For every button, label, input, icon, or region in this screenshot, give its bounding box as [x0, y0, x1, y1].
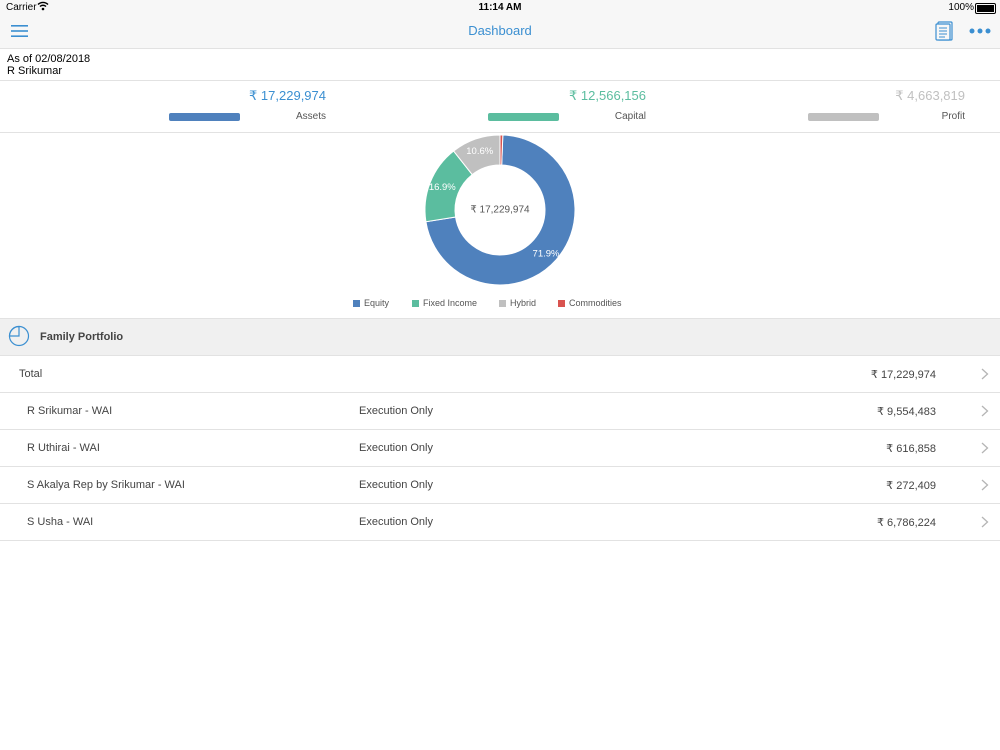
- chevron-right-icon: [981, 368, 989, 380]
- portfolio-row[interactable]: S Akalya Rep by Srikumar - WAI Execution…: [0, 466, 1000, 504]
- page-title: Dashboard: [468, 23, 532, 38]
- portfolio-row[interactable]: S Usha - WAI Execution Only ₹ 6,786,224: [0, 503, 1000, 541]
- allocation-chart: 71.9% 16.9% 10.6% ₹ 17,229,974: [0, 132, 1000, 317]
- chevron-right-icon: [981, 479, 989, 491]
- capital-label: Capital: [614, 111, 646, 122]
- row-name: R Srikumar - WAI: [27, 405, 113, 417]
- row-type: Execution Only: [359, 442, 433, 454]
- profit-label: Profit: [941, 111, 965, 122]
- legend-commodities: Commodities: [558, 298, 622, 308]
- allocation-donut-chart: 71.9% 16.9% 10.6% ₹ 17,229,974: [424, 134, 576, 286]
- battery-percent: 100%: [948, 2, 974, 13]
- as-of-header: As of 02/08/2018 R Srikumar: [7, 53, 90, 77]
- row-amount: ₹ 9,554,483: [877, 406, 936, 418]
- as-of-date: As of 02/08/2018: [7, 53, 91, 65]
- assets-value: ₹ 17,229,974: [249, 88, 326, 103]
- portfolio-row[interactable]: R Srikumar - WAI Execution Only ₹ 9,554,…: [0, 392, 1000, 430]
- profit-value: ₹ 4,663,819: [895, 88, 965, 103]
- legend-fixed-income: Fixed Income: [412, 298, 477, 308]
- more-dots-icon[interactable]: [969, 26, 991, 36]
- battery-icon: [975, 3, 996, 14]
- row-name: S Akalya Rep by Srikumar - WAI: [27, 479, 185, 491]
- row-name: S Usha - WAI: [27, 516, 94, 528]
- row-type: Execution Only: [359, 479, 433, 491]
- donut-center-total: ₹ 17,229,974: [470, 205, 530, 216]
- clock: 11:14 AM: [478, 2, 522, 13]
- row-amount: ₹ 272,409: [886, 480, 936, 492]
- family-portfolio-header: Family Portfolio: [0, 318, 1000, 356]
- legend-equity: Equity: [353, 298, 389, 308]
- portfolio-row[interactable]: R Uthirai - WAI Execution Only ₹ 616,858: [0, 429, 1000, 467]
- portfolio-pie-icon: [8, 325, 30, 347]
- donut-slice-label: 16.9%: [429, 182, 456, 193]
- nav-bar: Dashboard: [0, 14, 1000, 49]
- status-bar: Carrier 11:14 AM 100%: [0, 0, 1000, 14]
- chevron-right-icon: [981, 516, 989, 528]
- summary-strip: ₹ 17,229,974 Assets ₹ 12,566,156 Capital…: [0, 80, 1000, 133]
- client-name: R Srikumar: [7, 65, 63, 77]
- row-amount: ₹ 6,786,224: [877, 517, 936, 529]
- row-type: Execution Only: [359, 516, 433, 528]
- donut-slice-label: 71.9%: [533, 249, 560, 260]
- assets-color-bar: [169, 113, 240, 121]
- donut-slice-label: 10.6%: [466, 146, 493, 157]
- report-document-icon[interactable]: [935, 21, 955, 41]
- legend-hybrid: Hybrid: [499, 298, 536, 308]
- assets-label: Assets: [295, 111, 326, 122]
- chevron-right-icon: [981, 405, 989, 417]
- row-name: Total: [19, 368, 43, 380]
- row-amount: ₹ 17,229,974: [870, 369, 936, 381]
- chevron-right-icon: [981, 442, 989, 454]
- row-name: R Uthirai - WAI: [27, 442, 100, 454]
- row-amount: ₹ 616,858: [886, 443, 936, 455]
- row-type: Execution Only: [359, 405, 433, 417]
- capital-value: ₹ 12,566,156: [569, 88, 646, 103]
- capital-color-bar: [488, 113, 559, 121]
- family-portfolio-title: Family Portfolio: [40, 331, 124, 343]
- portfolio-row-total[interactable]: Total ₹ 17,229,974: [0, 355, 1000, 393]
- profit-color-bar: [808, 113, 879, 121]
